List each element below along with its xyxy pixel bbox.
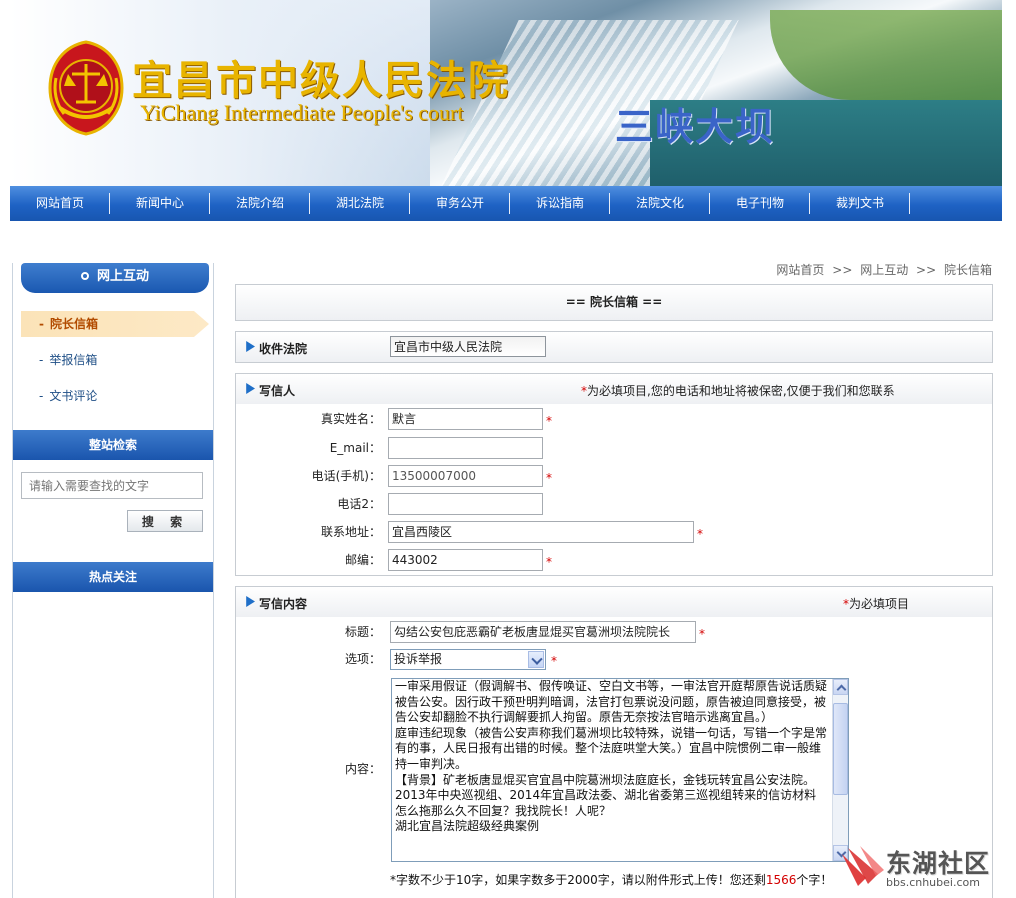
content-section-label: 写信内容 [259, 597, 308, 611]
required-star: * [546, 471, 552, 485]
nav-item-court-culture[interactable]: 法院文化 [610, 186, 710, 221]
writer-required-text: 为必填项目,您的电话和地址将被保密,仅便于我们和您联系 [587, 384, 895, 398]
arrow-right-icon [246, 383, 255, 394]
name-label: 真实姓名： [320, 412, 381, 426]
subject-label: 标题： [344, 625, 381, 639]
phone2-label: 电话2： [337, 497, 381, 511]
writer-header: 写信人 *为必填项目,您的电话和地址将被保密,仅便于我们和您联系 [236, 374, 992, 404]
required-star: * [551, 654, 557, 668]
page-root: 宜昌市中级人民法院 YiChang Intermediate People's … [0, 0, 1016, 898]
phone2-field[interactable] [388, 493, 543, 515]
letter-body-text: 一审采用假证（假调解书、假传唤证、空白文书等，一审法官开庭帮原告说话质疑被告公安… [395, 679, 828, 834]
sidebar-item-label: 文书评论 [49, 389, 98, 403]
nav-item-judgments[interactable]: 裁判文书 [810, 186, 910, 221]
nav-item-home[interactable]: 网站首页 [10, 186, 110, 221]
writer-section-label: 写信人 [259, 384, 296, 398]
address-field[interactable]: 宜昌西陵区 [388, 521, 694, 543]
forum-url: bbs.cnhubei.com [886, 876, 980, 889]
sidebar-item-report-mailbox[interactable]: - 举报信箱 [21, 347, 209, 373]
arrow-right-icon [246, 596, 255, 607]
scroll-thumb[interactable] [833, 703, 848, 795]
recipient-court-field: 宜昌市中级人民法院 [390, 336, 546, 357]
hint-suffix: 个字！ [796, 873, 833, 887]
forum-logo-icon [842, 846, 884, 886]
zip-field[interactable]: 443002 [388, 549, 543, 571]
sidebar: 网上互动 -院长信箱 -举报信箱 -文书评论 整站检索 搜 索 热点关注 [12, 263, 214, 898]
recipient-label: 收件法院 [259, 342, 308, 356]
address-label: 联系地址： [320, 525, 381, 539]
dash-bullet-icon: - [39, 353, 44, 367]
breadcrumb-home[interactable]: 网站首页 [776, 263, 824, 277]
arrow-right-icon [246, 341, 255, 352]
remaining-count: 1566 [765, 873, 797, 887]
content-required-note: *为必填项目 [843, 595, 909, 612]
sidebar-section-title-text: 网上互动 [96, 269, 149, 284]
content-required-text: 为必填项目 [849, 597, 910, 611]
email-label: E_mail： [329, 441, 381, 455]
letter-body-textarea[interactable]: 一审采用假证（假调解书、假传唤证、空白文书等，一审法官开庭帮原告说话质疑被告公安… [391, 678, 849, 862]
dash-bullet-icon: - [39, 317, 44, 331]
phone-label: 电话(手机)： [311, 469, 381, 483]
textarea-scrollbar[interactable] [832, 679, 848, 861]
nav-item-hubei-courts[interactable]: 湖北法院 [310, 186, 410, 221]
nav-item-public-affairs[interactable]: 审务公开 [410, 186, 510, 221]
banner-slogan: 三峡大坝 [615, 104, 776, 149]
real-name-field[interactable]: 默言 [388, 408, 543, 430]
site-title-cn: 宜昌市中级人民法院 [132, 57, 510, 104]
forum-name: 东湖社区 [886, 849, 991, 878]
recipient-header: 收件法院 宜昌市中级人民法院 [236, 332, 992, 362]
option-label: 选项： [344, 652, 381, 666]
subject-field[interactable]: 勾结公安包庇恶霸矿老板唐显焜买官葛洲坝法院院长 [390, 621, 696, 643]
breadcrumb: 网站首页 >> 网上互动 >> 院长信箱 [772, 261, 992, 278]
hint-prefix: *字数不少于10字，如果字数多于2000字，请以附件形式上传！您还剩 [390, 873, 766, 887]
nav-item-litigation-guide[interactable]: 诉讼指南 [510, 186, 610, 221]
required-star: * [546, 414, 552, 428]
word-count-hint: *字数不少于10字，如果字数多于2000字，请以附件形式上传！您还剩1566个字… [390, 871, 832, 888]
main-nav: 网站首页 新闻中心 法院介绍 湖北法院 审务公开 诉讼指南 法院文化 电子刊物 … [10, 186, 1002, 221]
banner-grass [770, 10, 1002, 100]
dash-bullet-icon: - [39, 389, 44, 403]
required-star: * [699, 627, 705, 641]
page-title-box: == 院长信箱 == [235, 284, 993, 321]
writer-required-note: *为必填项目,您的电话和地址将被保密,仅便于我们和您联系 [581, 382, 895, 399]
breadcrumb-separator: >> [832, 263, 853, 277]
breadcrumb-current: 院长信箱 [943, 263, 992, 277]
category-select[interactable]: 投诉举报 [390, 649, 546, 670]
sidebar-item-label: 举报信箱 [49, 353, 98, 367]
content-header: 写信内容 *为必填项目 [236, 587, 992, 617]
circle-bullet-icon [80, 272, 89, 280]
hot-topics-title: 热点关注 [13, 562, 213, 592]
nav-item-about[interactable]: 法院介绍 [210, 186, 310, 221]
recipient-box: 收件法院 宜昌市中级人民法院 [235, 331, 993, 363]
nav-item-e-journal[interactable]: 电子刊物 [710, 186, 810, 221]
sidebar-item-document-review[interactable]: - 文书评论 [21, 383, 209, 409]
scroll-up-icon[interactable] [833, 679, 848, 695]
sidebar-item-president-mailbox[interactable]: - 院长信箱 [21, 311, 209, 337]
required-star: * [697, 527, 703, 541]
forum-watermark: 东湖社区 bbs.cnhubei.com [838, 842, 1008, 894]
required-star: * [546, 555, 552, 569]
category-select-value: 投诉举报 [394, 652, 443, 666]
search-button[interactable]: 搜 索 [127, 510, 203, 532]
site-title-en: YiChang Intermediate People's court [140, 100, 464, 125]
sidebar-item-label: 院长信箱 [49, 317, 98, 331]
chevron-down-icon[interactable] [528, 651, 544, 668]
page-title-header: == 院长信箱 == [236, 285, 992, 320]
court-emblem-icon [48, 40, 124, 136]
phone-field[interactable]: 13500007000 [388, 465, 543, 487]
body-label: 内容： [344, 762, 381, 776]
email-field[interactable] [388, 437, 543, 459]
site-banner: 宜昌市中级人民法院 YiChang Intermediate People's … [10, 0, 1002, 186]
sidebar-section-title: 网上互动 [21, 263, 209, 293]
breadcrumb-separator: >> [916, 263, 937, 277]
nav-item-news[interactable]: 新闻中心 [110, 186, 210, 221]
zip-label: 邮编： [344, 553, 381, 567]
site-search-title: 整站检索 [13, 430, 213, 460]
page-title: == 院长信箱 == [565, 295, 663, 309]
breadcrumb-interaction[interactable]: 网上互动 [860, 263, 908, 277]
site-search-input[interactable] [21, 472, 203, 499]
